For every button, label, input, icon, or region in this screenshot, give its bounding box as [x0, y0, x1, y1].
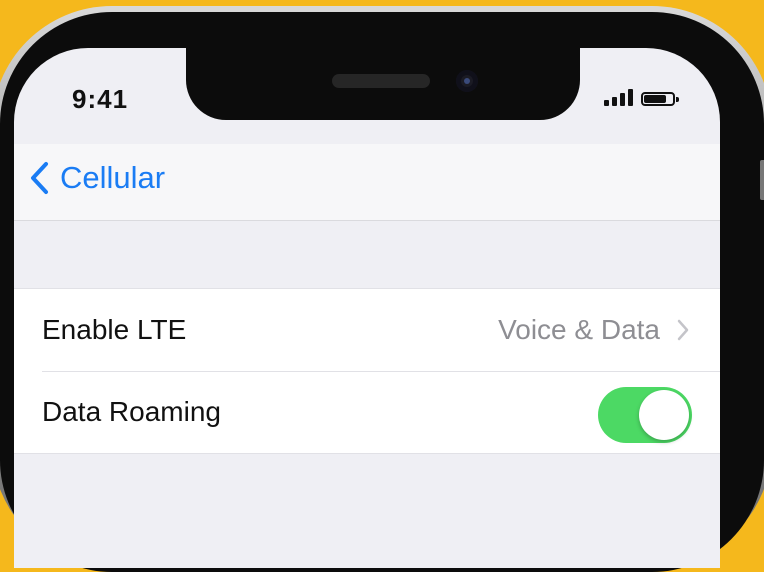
enable-lte-label: Enable LTE: [42, 314, 187, 345]
status-time: 9:41: [72, 84, 129, 114]
toggle-knob: [639, 390, 689, 440]
chevron-right-icon: [677, 319, 689, 341]
front-camera: [456, 70, 478, 92]
cellular-signal-icon: [604, 88, 633, 106]
navigation-bar: Cellular: [14, 144, 720, 221]
enable-lte-value: Voice & Data: [498, 314, 660, 345]
data-roaming-row: Data Roaming: [14, 371, 720, 453]
battery-level: [644, 95, 666, 103]
settings-group: Enable LTE Voice & Data Data Roaming: [14, 288, 720, 454]
speaker-grille: [332, 74, 430, 88]
phone-screen: 9:41 Cellular Enable LTE Voice & Data Da…: [14, 48, 720, 568]
enable-lte-row[interactable]: Enable LTE Voice & Data: [14, 289, 720, 371]
phone-notch: [186, 48, 580, 120]
chevron-left-icon: [31, 162, 48, 194]
data-roaming-label: Data Roaming: [42, 396, 221, 427]
back-button[interactable]: Cellular: [26, 158, 165, 198]
status-indicators: [604, 88, 679, 106]
battery-icon: [641, 92, 679, 106]
back-button-label: Cellular: [60, 160, 166, 195]
data-roaming-toggle[interactable]: [598, 387, 692, 443]
side-button: [760, 160, 764, 200]
